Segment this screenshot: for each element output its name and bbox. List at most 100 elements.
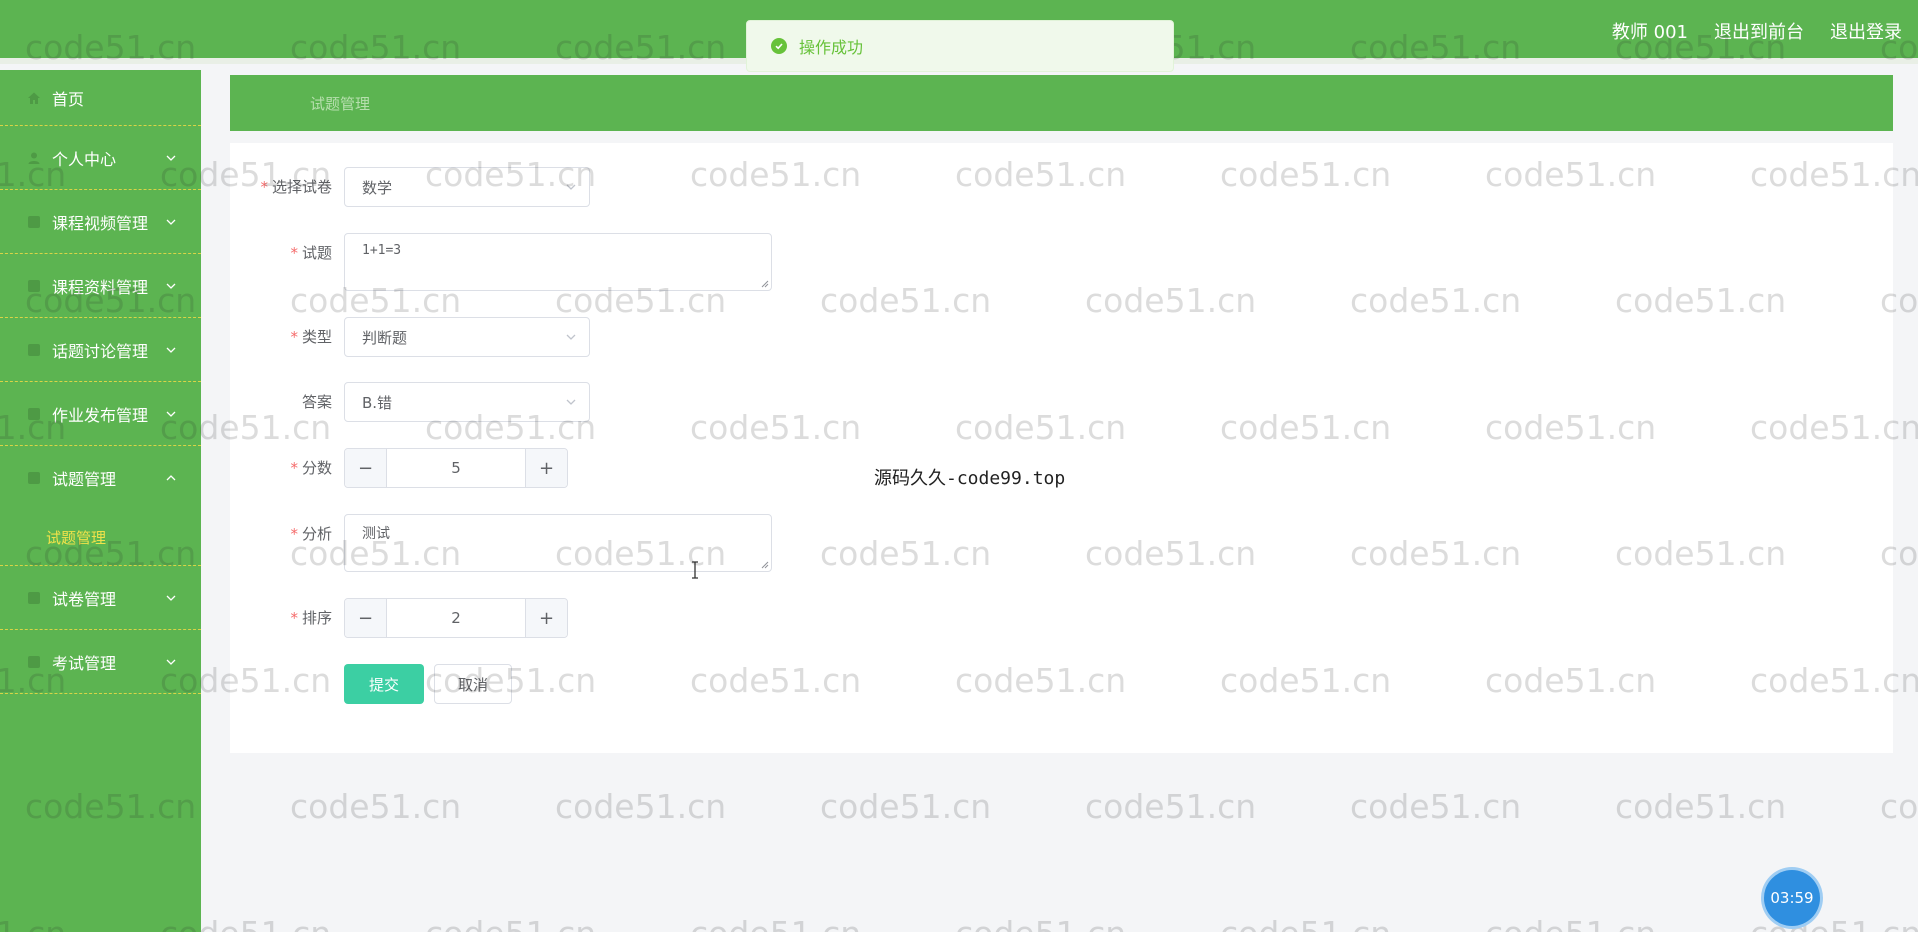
score-label-text: 分数 [301, 459, 332, 477]
timer-badge[interactable]: 03:59 [1764, 870, 1820, 926]
analysis-textarea[interactable]: 测试 [344, 514, 772, 572]
watermark-text: code51.cn [1615, 787, 1787, 826]
chevron-down-icon [166, 283, 176, 289]
sidebar: 首页 个人中心 课程视频管理 课程资料管理 话题讨论管理 作业发布管理 试题管理… [0, 70, 201, 932]
order-decrement-button[interactable]: − [345, 599, 387, 637]
question-textarea-value: 1+1=3 [362, 243, 402, 258]
watermark-text: code51.cn [1485, 914, 1656, 932]
sidebar-item-label: 话题讨论管理 [52, 341, 149, 361]
type-label: * 类型 [230, 317, 344, 357]
answer-label-text: 答案 [301, 393, 332, 411]
resize-grip-icon[interactable] [759, 559, 769, 569]
chevron-down-icon [166, 595, 176, 601]
score-stepper: − 5 + [344, 448, 568, 488]
sidebar-item-label: 作业发布管理 [52, 405, 149, 425]
sidebar-item-homework[interactable]: 作业发布管理 [0, 382, 201, 446]
sidebar-item-profile[interactable]: 个人中心 [0, 126, 201, 190]
sidebar-item-exam[interactable]: 考试管理 [0, 630, 201, 694]
menu-icon [26, 654, 42, 670]
logout-link[interactable]: 退出登录 [1830, 18, 1902, 44]
user-icon [26, 150, 42, 166]
question-textarea[interactable]: 1+1=3 [344, 233, 772, 291]
type-select-value: 判断题 [362, 328, 408, 347]
success-check-icon [771, 38, 787, 54]
chevron-up-icon [166, 475, 176, 481]
question-label: * 试题 [230, 233, 344, 273]
form-row-score: * 分数 − 5 + [230, 448, 568, 488]
chevron-down-icon [166, 347, 176, 353]
watermark-text: code51.cn [555, 787, 727, 826]
watermark-text: code51.cn [1085, 787, 1257, 826]
form-row-type: * 类型 判断题 [230, 317, 590, 357]
menu-icon [26, 406, 42, 422]
watermark-text: code51.cn [1880, 787, 1918, 826]
required-mark: * [290, 525, 298, 543]
score-decrement-button[interactable]: − [345, 449, 387, 487]
sidebar-item-course-material[interactable]: 课程资料管理 [0, 254, 201, 318]
paper-select[interactable]: 数学 [344, 167, 590, 207]
menu-icon [26, 278, 42, 294]
answer-select[interactable]: B.错 [344, 382, 590, 422]
analysis-textarea-value: 测试 [362, 526, 390, 542]
type-select[interactable]: 判断题 [344, 317, 590, 357]
watermark-text: code51.cn [690, 914, 861, 932]
watermark-text: code51.cn [290, 787, 462, 826]
success-toast: 操作成功 [746, 20, 1174, 72]
chevron-down-icon [566, 399, 576, 405]
watermark-text: code51.cn [820, 787, 992, 826]
sidebar-item-course-video[interactable]: 课程视频管理 [0, 190, 201, 254]
breadcrumb: 试题管理 [230, 75, 1893, 131]
question-form: * 选择试卷 数学 * 试题 1+1=3 * 类型 判断题 答案 B.错 * 分数 − … [230, 143, 1893, 753]
chevron-down-icon [166, 659, 176, 665]
sidebar-item-label: 课程资料管理 [52, 277, 149, 297]
user-area: 教师 001 退出到前台 退出登录 [1612, 18, 1902, 44]
required-mark: * [290, 328, 298, 346]
cancel-button[interactable]: 取消 [434, 664, 512, 704]
watermark-text: code51.cn [425, 914, 596, 932]
sidebar-item-topic-discussion[interactable]: 话题讨论管理 [0, 318, 201, 382]
order-input[interactable]: 2 [387, 609, 525, 627]
sidebar-item-label: 试题管理 [52, 470, 117, 489]
paper-label-text: 选择试卷 [271, 178, 332, 196]
order-increment-button[interactable]: + [525, 599, 567, 637]
analysis-label-text: 分析 [301, 525, 332, 543]
analysis-label: * 分析 [230, 514, 344, 554]
order-stepper: − 2 + [344, 598, 568, 638]
menu-icon [26, 470, 42, 486]
text-cursor-icon [692, 561, 698, 579]
menu-icon [26, 590, 42, 606]
sidebar-item-paper[interactable]: 试卷管理 [0, 566, 201, 630]
score-input[interactable]: 5 [387, 459, 525, 477]
menu-icon [26, 342, 42, 358]
form-row-question: * 试题 1+1=3 [230, 233, 772, 291]
watermark-text: code51.cn [1350, 787, 1522, 826]
sidebar-item-home[interactable]: 首页 [0, 70, 201, 126]
chevron-down-icon [566, 334, 576, 340]
paper-label: * 选择试卷 [230, 167, 344, 207]
chevron-down-icon [566, 184, 576, 190]
center-watermark-note: 源码久久-code99.top [874, 468, 1066, 489]
score-increment-button[interactable]: + [525, 449, 567, 487]
chevron-down-icon [166, 155, 176, 161]
home-icon [26, 90, 42, 106]
watermark-text: code51.cn [955, 914, 1126, 932]
submit-button[interactable]: 提交 [344, 664, 424, 704]
required-mark: * [290, 459, 298, 477]
question-label-text: 试题 [301, 244, 332, 262]
sidebar-subitem-label: 试题管理 [46, 529, 107, 547]
sidebar-item-question[interactable]: 试题管理 [0, 446, 201, 510]
exit-to-front-link[interactable]: 退出到前台 [1714, 18, 1804, 44]
resize-grip-icon[interactable] [759, 278, 769, 288]
order-label: * 排序 [230, 598, 344, 638]
required-mark: * [260, 178, 268, 196]
watermark-text: code51.cn [1220, 914, 1391, 932]
sidebar-item-label: 个人中心 [52, 149, 117, 169]
menu-icon [26, 214, 42, 230]
toast-message: 操作成功 [799, 38, 864, 57]
sidebar-item-label: 首页 [52, 89, 85, 109]
chevron-down-icon [166, 219, 176, 225]
form-row-paper: * 选择试卷 数学 [230, 167, 590, 207]
sidebar-subitem-question-manage[interactable]: 试题管理 [0, 510, 201, 566]
required-mark: * [290, 244, 298, 262]
chevron-down-icon [166, 411, 176, 417]
